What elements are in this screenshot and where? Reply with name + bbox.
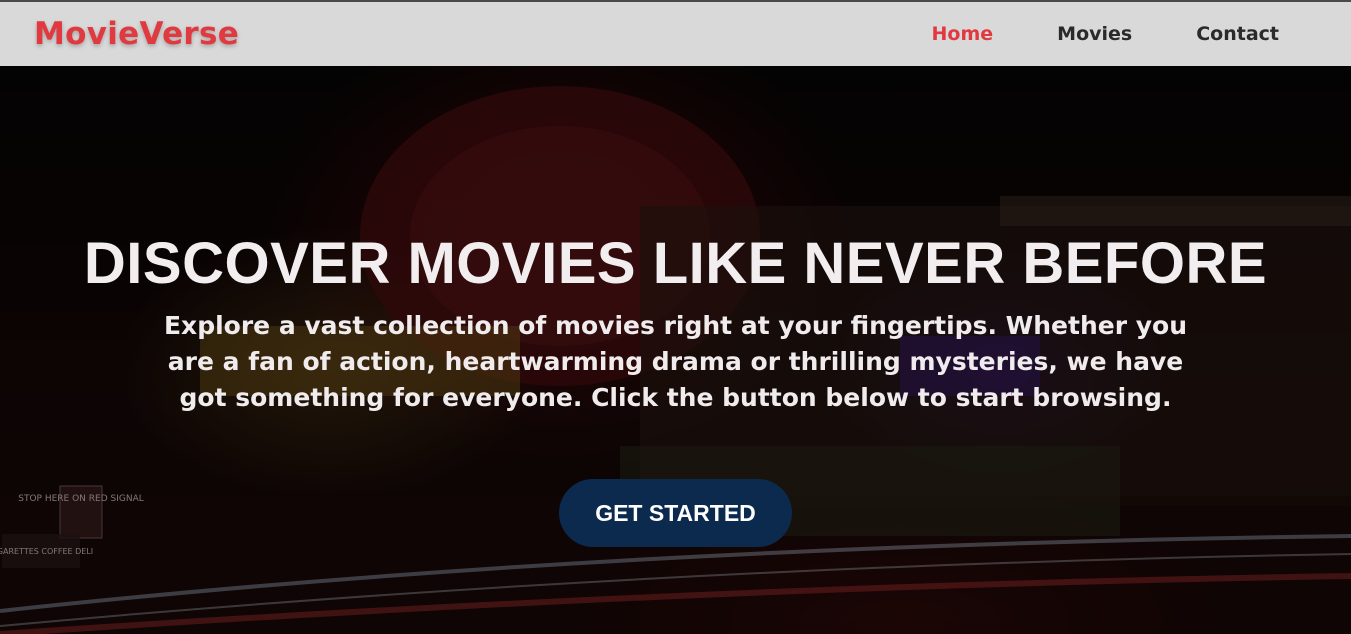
hero-description: Explore a vast collection of movies righ…: [163, 311, 1187, 412]
nav-link-home[interactable]: Home: [932, 23, 994, 45]
navbar: MovieVerse Home Movies Contact: [0, 2, 1351, 66]
hero-content: DISCOVER MOVIES LIKE NEVER BEFORE Explor…: [0, 66, 1351, 634]
hero-title: DISCOVER MOVIES LIKE NEVER BEFORE: [83, 231, 1268, 296]
nav-links: Home Movies Contact: [868, 23, 1279, 45]
nav-link-contact[interactable]: Contact: [1196, 23, 1279, 45]
hero-section: STOP HERE ON RED SIGNAL CIGARETTES COFFE…: [0, 66, 1351, 634]
nav-link-movies[interactable]: Movies: [1057, 23, 1132, 45]
brand-logo[interactable]: MovieVerse: [34, 16, 239, 52]
get-started-button[interactable]: GET STARTED: [559, 479, 792, 547]
